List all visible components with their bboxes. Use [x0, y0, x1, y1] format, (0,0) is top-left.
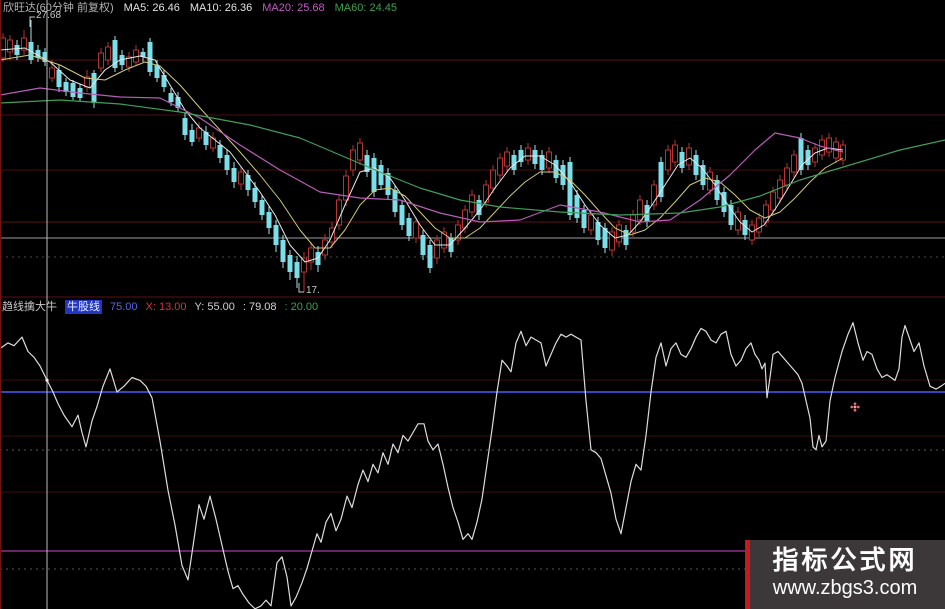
- indicator-param-low: : 20.00: [284, 301, 319, 313]
- candles-layer: [0, 20, 846, 292]
- annotation-marks: [29, 16, 304, 293]
- watermark-site-url: www.zbgs3.com: [772, 577, 918, 599]
- ma5-readout: MA5: 26.46: [123, 2, 180, 14]
- indicator-threshold-lines: [0, 391, 945, 552]
- indicator-param-value: 75.00: [110, 301, 138, 313]
- watermark: 指标公式网 www.zbgs3.com: [745, 540, 945, 609]
- indicator-series-chip[interactable]: 牛股线: [65, 300, 102, 314]
- low-price-label: 17.: [306, 285, 320, 296]
- indicator-header: 趋线擒大牛 牛股线 75.00 X: 13.00 Y: 55.00 : 79.0…: [2, 300, 318, 314]
- ma20-readout: MA20: 25.68: [262, 2, 325, 14]
- watermark-site-name: 指标公式网: [772, 545, 918, 575]
- ma10-readout: MA10: 26.36: [189, 2, 253, 14]
- main-chart-header: 欣旺达(60分钟 前复权) MA5: 26.46 MA10: 26.36 MA2…: [3, 1, 397, 15]
- crosshair-value-dot: [45, 378, 49, 382]
- watermark-red-stripe: [745, 540, 750, 609]
- buy-signal-marker: [850, 402, 860, 412]
- stock-chart-window: 欣旺达(60分钟 前复权) MA5: 26.46 MA10: 26.36 MA2…: [0, 0, 945, 609]
- high-price-label: 27.68: [36, 10, 62, 21]
- ma60-readout: MA60: 24.45: [334, 2, 398, 14]
- ma-line-MA10: [0, 54, 844, 249]
- indicator-param-x: X: 13.00: [145, 301, 187, 313]
- indicator-current-value: : 79.08: [242, 301, 277, 313]
- ma-line-MA5: [0, 47, 844, 263]
- indicator-title[interactable]: 趋线擒大牛: [2, 300, 57, 314]
- indicator-param-y: Y: 55.00: [194, 301, 235, 313]
